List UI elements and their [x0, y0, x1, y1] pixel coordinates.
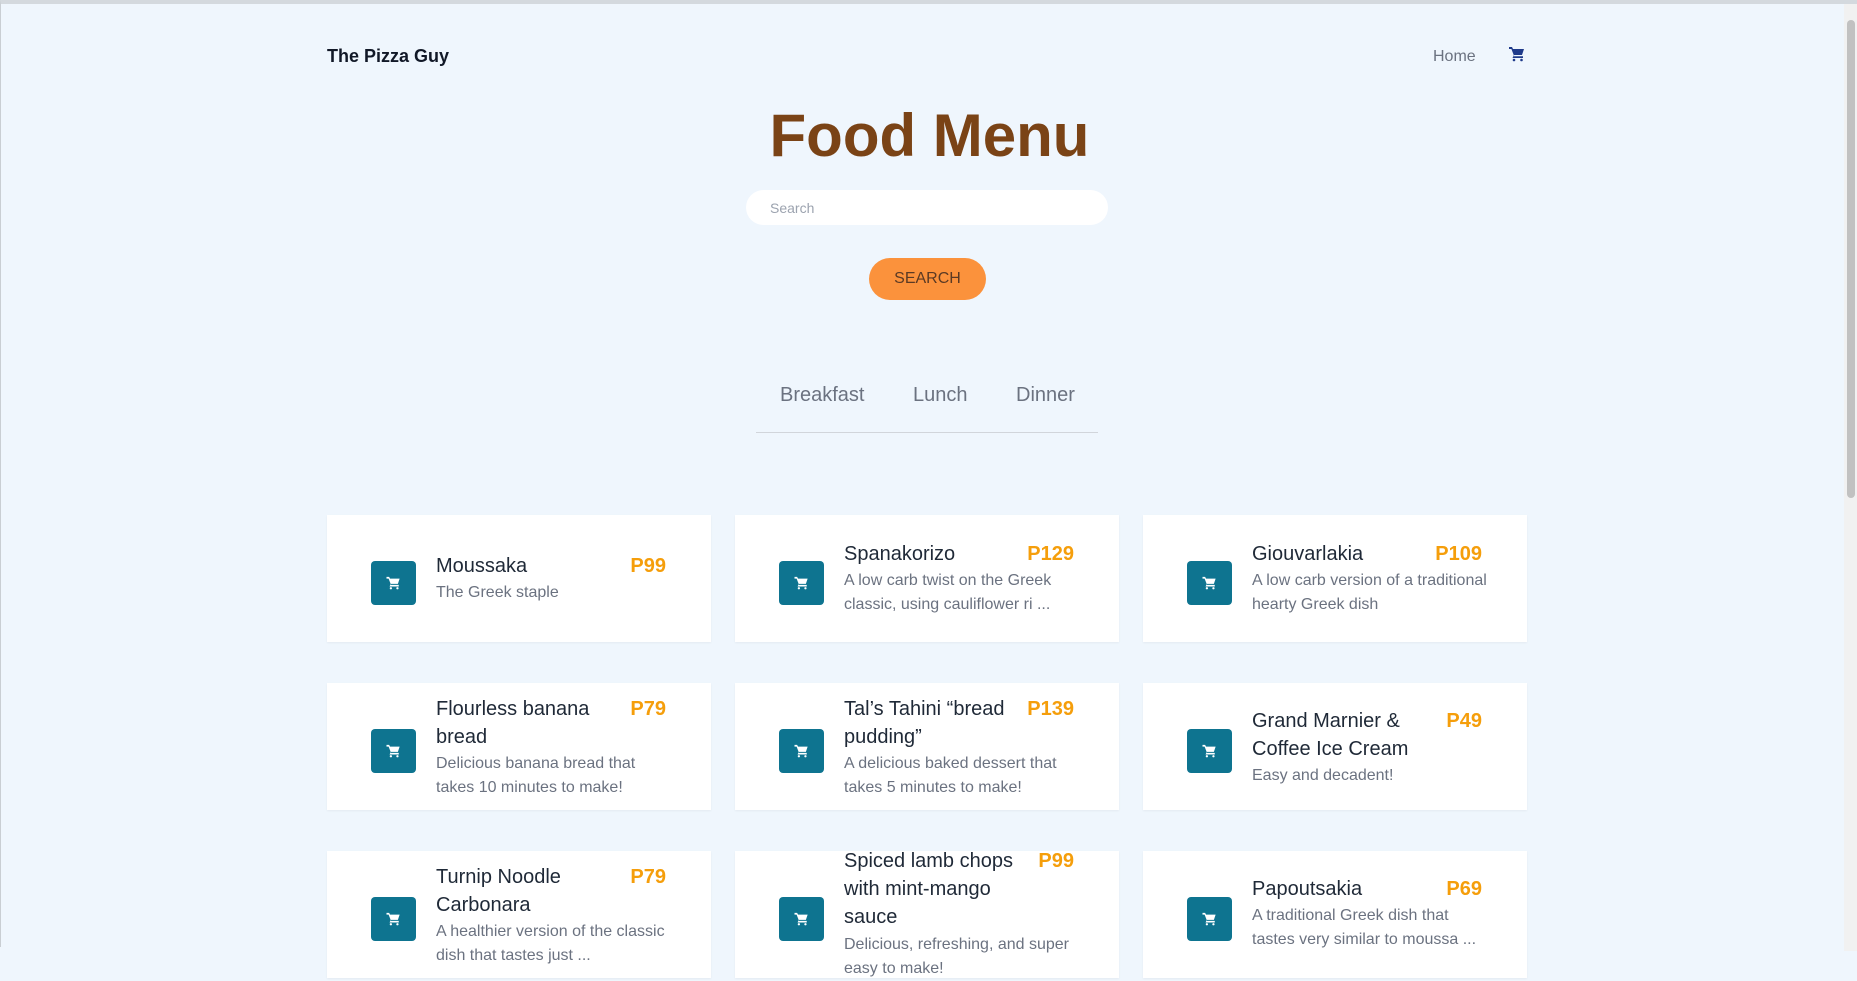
- menu-item-card: Tal’s Tahini “bread pudding” A delicious…: [735, 683, 1119, 810]
- item-description: Delicious banana bread that takes 10 min…: [436, 755, 636, 796]
- search-button[interactable]: SEARCH: [869, 258, 986, 300]
- menu-item-card: Giouvarlakia A low carb version of a tra…: [1143, 515, 1527, 642]
- item-price: P49: [1446, 710, 1482, 732]
- cart-icon: [386, 576, 400, 590]
- item-name: Tal’s Tahini “bread pudding”: [844, 698, 1005, 748]
- add-to-cart-button[interactable]: [371, 897, 416, 941]
- item-description: The Greek staple: [436, 584, 559, 601]
- item-name: Flourless banana bread: [436, 698, 590, 748]
- brand-logo[interactable]: The Pizza Guy: [327, 46, 449, 67]
- cart-icon: [794, 744, 808, 758]
- tab-breakfast[interactable]: Breakfast: [780, 384, 864, 407]
- search-input[interactable]: [746, 190, 1108, 225]
- cart-icon: [1202, 576, 1216, 590]
- item-price: P129: [1027, 543, 1074, 565]
- item-description: Delicious, refreshing, and super easy to…: [844, 936, 1070, 977]
- item-price: P99: [1038, 850, 1074, 872]
- add-to-cart-button[interactable]: [779, 729, 824, 773]
- item-name: Turnip Noodle Carbonara: [436, 866, 561, 916]
- item-name: Spiced lamb chops with mint-mango sauce: [844, 850, 1013, 928]
- item-name: Spanakorizo: [844, 543, 956, 565]
- tab-lunch[interactable]: Lunch: [913, 384, 968, 407]
- tab-dinner[interactable]: Dinner: [1016, 384, 1075, 407]
- page-title: Food Menu: [769, 102, 1090, 169]
- add-to-cart-button[interactable]: [371, 729, 416, 773]
- cart-icon: [1202, 912, 1216, 926]
- add-to-cart-button[interactable]: [779, 897, 824, 941]
- item-description: Easy and decadent!: [1252, 767, 1394, 784]
- item-description: A low carb version of a traditional hear…: [1252, 572, 1487, 613]
- item-price: P109: [1435, 543, 1482, 565]
- cart-icon: [1202, 744, 1216, 758]
- item-description: A traditional Greek dish that tastes ver…: [1252, 907, 1477, 948]
- item-description: A healthier version of the classic dish …: [436, 923, 665, 964]
- cart-icon: [386, 912, 400, 926]
- menu-item-card: Grand Marnier & Coffee Ice Cream Easy an…: [1143, 683, 1527, 810]
- item-description: A delicious baked dessert that takes 5 m…: [844, 755, 1057, 796]
- menu-item-card: Turnip Noodle Carbonara A healthier vers…: [327, 851, 711, 978]
- item-name: Papoutsakia: [1252, 878, 1363, 900]
- item-description: A low carb twist on the Greek classic, u…: [844, 572, 1052, 613]
- nav-home-link[interactable]: Home: [1433, 48, 1476, 66]
- scrollbar-thumb[interactable]: [1847, 20, 1855, 498]
- menu-item-card: Papoutsakia A traditional Greek dish tha…: [1143, 851, 1527, 978]
- cart-icon: [386, 744, 400, 758]
- item-price: P139: [1027, 698, 1074, 720]
- add-to-cart-button[interactable]: [1187, 729, 1232, 773]
- menu-item-card: Spiced lamb chops with mint-mango sauce …: [735, 850, 1119, 978]
- item-name: Moussaka: [436, 555, 528, 577]
- add-to-cart-button[interactable]: [1187, 561, 1232, 605]
- add-to-cart-button[interactable]: [371, 561, 416, 605]
- item-price: P79: [630, 866, 666, 888]
- add-to-cart-button[interactable]: [779, 561, 824, 605]
- add-to-cart-button[interactable]: [1187, 897, 1232, 941]
- cart-icon: [794, 576, 808, 590]
- meal-tabs: Breakfast Lunch Dinner: [756, 374, 1098, 433]
- item-price: P79: [630, 698, 666, 720]
- item-price: P69: [1446, 878, 1482, 900]
- item-name: Giouvarlakia: [1252, 543, 1364, 565]
- item-name: Grand Marnier & Coffee Ice Cream: [1252, 710, 1409, 760]
- top-nav: The Pizza Guy Home: [327, 42, 1527, 72]
- menu-item-card: Moussaka The Greek staple P99: [327, 515, 711, 642]
- cart-icon: [794, 912, 808, 926]
- menu-item-card: Flourless banana bread Delicious banana …: [327, 683, 711, 810]
- cart-icon[interactable]: [1509, 46, 1525, 62]
- menu-item-card: Spanakorizo A low carb twist on the Gree…: [735, 515, 1119, 642]
- item-price: P99: [630, 555, 666, 577]
